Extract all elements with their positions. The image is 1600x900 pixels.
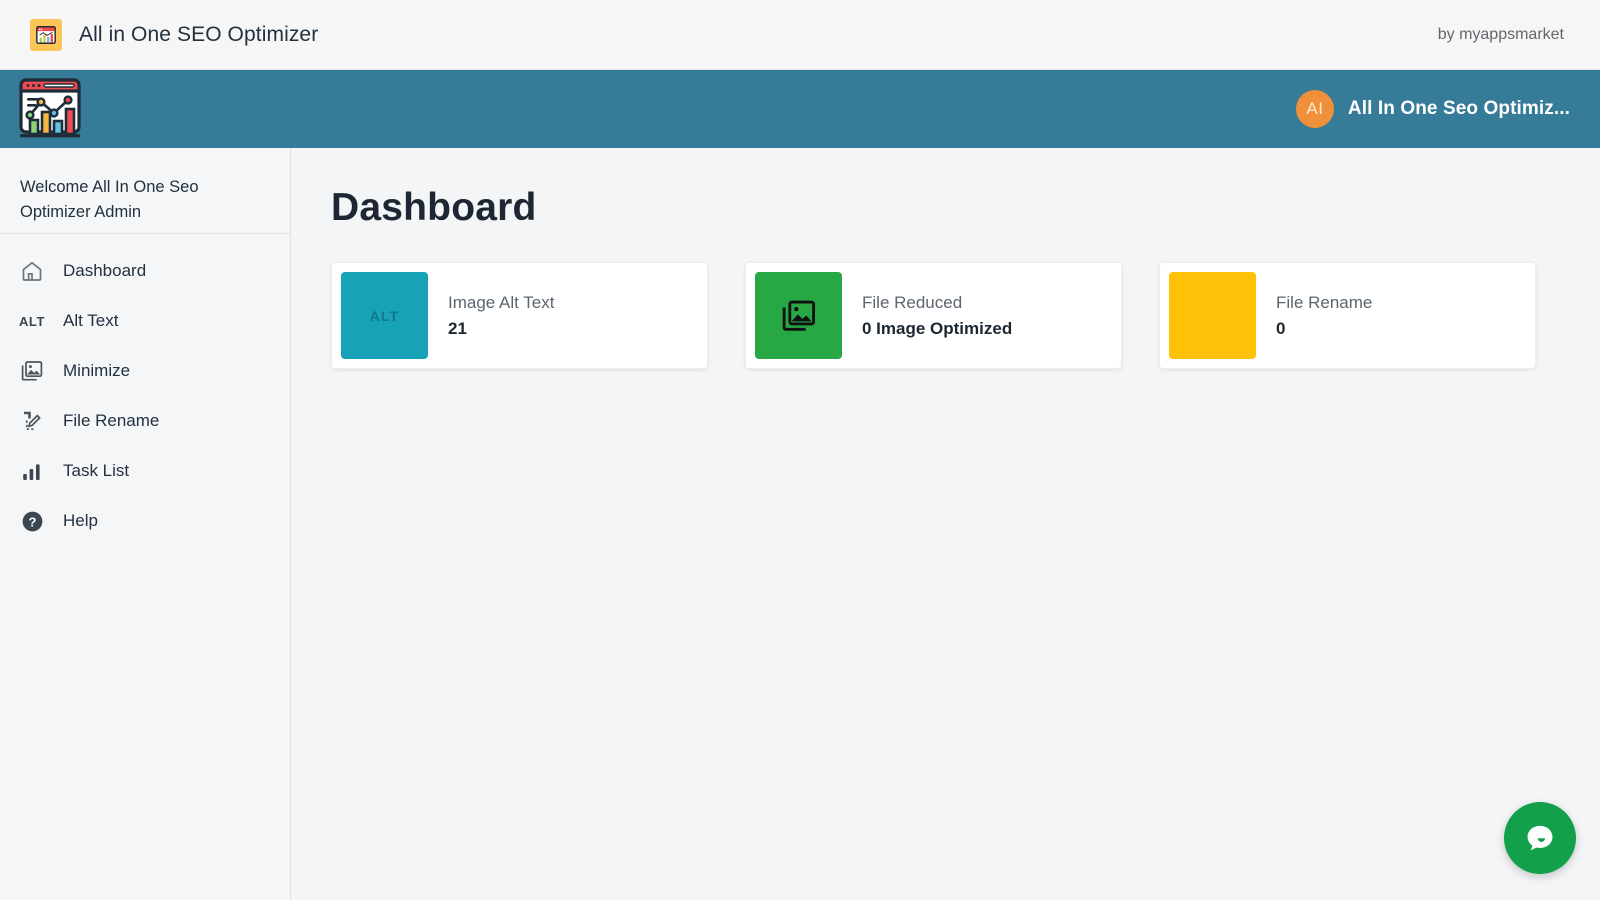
page-title: Dashboard [331,186,1560,230]
page-brand-title: All in One SEO Optimizer [79,23,318,47]
user-name-label: All In One Seo Optimiz... [1348,98,1570,120]
welcome-message: Welcome All In One Seo Optimizer Admin [0,148,290,233]
stat-card-file-rename[interactable]: File Rename 0 [1159,262,1536,369]
stat-card-text: File Reduced 0 Image Optimized [842,293,1012,339]
seo-chart-icon [30,19,62,51]
alt-badge-label: ALT [370,308,400,324]
sidebar-item-task-list[interactable]: Task List [0,446,290,496]
stat-card-label: File Rename [1276,293,1372,313]
sidebar-item-label: Dashboard [63,261,146,281]
stat-card-value: 0 [1276,319,1372,339]
sidebar-item-label: Help [63,511,98,531]
sidebar-item-dashboard[interactable]: Dashboard [0,246,290,296]
sidebar-item-label: File Rename [63,411,159,431]
home-icon [17,256,47,286]
app-header: AI All In One Seo Optimiz... [0,70,1600,148]
sidebar: Welcome All In One Seo Optimizer Admin D… [0,148,291,900]
svg-text:?: ? [28,514,36,529]
main-content: Dashboard ALT Image Alt Text 21 [291,148,1600,900]
image-stack-icon [755,272,842,359]
brand: All in One SEO Optimizer [30,19,318,51]
stat-card-file-reduced[interactable]: File Reduced 0 Image Optimized [745,262,1122,369]
crop-pencil-icon [17,406,47,436]
stat-card-list: ALT Image Alt Text 21 File [331,262,1560,369]
alt-badge-icon: ALT [341,272,428,359]
sidebar-item-label: Alt Text [63,311,118,331]
stat-card-label: File Reduced [862,293,1012,313]
analytics-browser-logo[interactable] [14,74,90,144]
user-menu[interactable]: AI All In One Seo Optimiz... [1296,90,1570,128]
bar-chart-icon [17,456,47,486]
stat-card-value: 21 [448,319,554,339]
chat-bubble-icon [1523,821,1557,855]
alt-text-icon: ALT [17,306,47,336]
sidebar-nav: Dashboard ALT Alt Text Minimize [0,234,290,546]
question-circle-icon: ? [17,506,47,536]
chat-launcher-button[interactable] [1504,802,1576,874]
file-rename-tile [1169,272,1256,359]
sidebar-item-file-rename[interactable]: File Rename [0,396,290,446]
stat-card-text: Image Alt Text 21 [428,293,554,339]
top-brand-bar: All in One SEO Optimizer by myappsmarket [0,0,1600,70]
avatar: AI [1296,90,1334,128]
sidebar-item-help[interactable]: ? Help [0,496,290,546]
sidebar-item-label: Minimize [63,361,130,381]
sidebar-item-label: Task List [63,461,129,481]
byline: by myappsmarket [1438,26,1564,44]
stat-card-image-alt-text[interactable]: ALT Image Alt Text 21 [331,262,708,369]
sidebar-item-alt-text[interactable]: ALT Alt Text [0,296,290,346]
image-stack-icon [17,356,47,386]
body: Welcome All In One Seo Optimizer Admin D… [0,148,1600,900]
stat-card-text: File Rename 0 [1256,293,1372,339]
sidebar-item-minimize[interactable]: Minimize [0,346,290,396]
stat-card-label: Image Alt Text [448,293,554,313]
stat-card-value: 0 Image Optimized [862,319,1012,339]
